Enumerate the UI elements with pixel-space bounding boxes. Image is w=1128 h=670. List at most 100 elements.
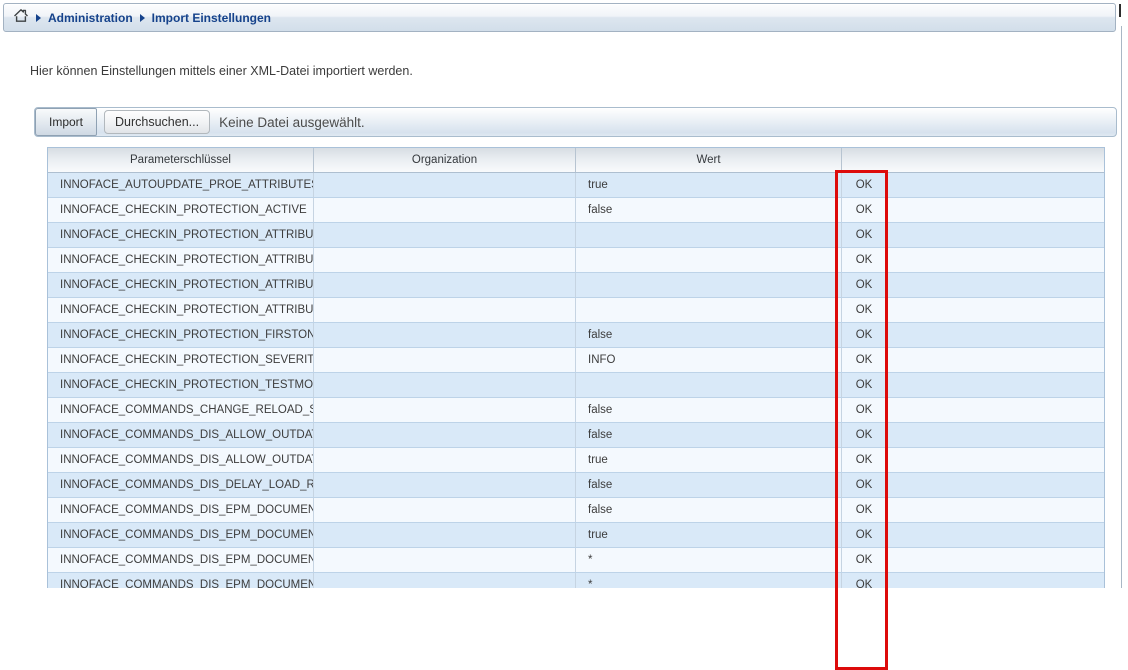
table-row[interactable]: INNOFACE_COMMANDS_CHANGE_RELOAD_SU falseO… [48, 398, 1104, 423]
column-header-wert[interactable]: Wert [576, 148, 842, 172]
table-row[interactable]: INNOFACE_CHECKIN_PROTECTION_FIRSTONLY fal… [48, 323, 1104, 348]
organization-cell [314, 173, 576, 197]
param-key-cell: INNOFACE_COMMANDS_DIS_ALLOW_OUTDATE [48, 423, 314, 447]
value-cell: true [576, 523, 842, 547]
param-key-cell: INNOFACE_CHECKIN_PROTECTION_ACTIVE [48, 198, 314, 222]
table-row[interactable]: INNOFACE_CHECKIN_PROTECTION_ATTRIBUTES OK [48, 273, 1104, 298]
filler-cell [887, 173, 1104, 197]
value-cell [576, 248, 842, 272]
filler-cell [887, 298, 1104, 322]
text-cursor-mark [1119, 4, 1121, 17]
organization-cell [314, 248, 576, 272]
breadcrumb-arrow-icon [36, 14, 41, 22]
status-cell: OK [842, 473, 887, 497]
value-cell: false [576, 198, 842, 222]
filler-cell [887, 373, 1104, 397]
value-cell [576, 223, 842, 247]
organization-cell [314, 298, 576, 322]
column-header-parameterschluessel[interactable]: Parameterschlüssel [48, 148, 314, 172]
value-cell: false [576, 398, 842, 422]
page-description: Hier können Einstellungen mittels einer … [30, 64, 413, 78]
table-row[interactable]: INNOFACE_COMMANDS_DIS_ALLOW_OUTDATE trueO… [48, 448, 1104, 473]
status-cell: OK [842, 273, 887, 297]
param-key-cell: INNOFACE_COMMANDS_DIS_EPM_DOCUMENT [48, 573, 314, 588]
column-header-filler[interactable] [887, 148, 1104, 172]
filler-cell [887, 523, 1104, 547]
table-row[interactable]: INNOFACE_COMMANDS_DIS_EPM_DOCUMENT trueOK [48, 523, 1104, 548]
table-row[interactable]: INNOFACE_AUTOUPDATE_PROE_ATTRIBUTES_FR tr… [48, 173, 1104, 198]
table-header: ParameterschlüsselOrganizationWert [48, 148, 1104, 173]
table-body: INNOFACE_AUTOUPDATE_PROE_ATTRIBUTES_FRtr… [48, 173, 1104, 588]
filler-cell [887, 498, 1104, 522]
organization-cell [314, 323, 576, 347]
value-cell: INFO [576, 348, 842, 372]
table-row[interactable]: INNOFACE_CHECKIN_PROTECTION_ATTRIBUTESOK [48, 223, 1104, 248]
organization-cell [314, 398, 576, 422]
status-cell: OK [842, 198, 887, 222]
table-row[interactable]: INNOFACE_CHECKIN_PROTECTION_ACTIVE falseO… [48, 198, 1104, 223]
status-cell: OK [842, 248, 887, 272]
param-key-cell: INNOFACE_CHECKIN_PROTECTION_TESTMODE [48, 373, 314, 397]
filler-cell [887, 573, 1104, 588]
status-cell: OK [842, 573, 887, 588]
status-cell: OK [842, 298, 887, 322]
param-key-cell: INNOFACE_COMMANDS_DIS_ALLOW_OUTDATE [48, 448, 314, 472]
value-cell: true [576, 448, 842, 472]
column-header-organization[interactable]: Organization [314, 148, 576, 172]
organization-cell [314, 423, 576, 447]
import-button[interactable]: Import [35, 108, 97, 136]
param-key-cell: INNOFACE_COMMANDS_CHANGE_RELOAD_SU [48, 398, 314, 422]
value-cell: false [576, 423, 842, 447]
status-cell: OK [842, 523, 887, 547]
table-row[interactable]: INNOFACE_COMMANDS_DIS_EPM_DOCUMENT*OK [48, 548, 1104, 573]
breadcrumb: Administration Import Einstellungen [3, 3, 1116, 32]
browse-file-button[interactable]: Durchsuchen... [104, 110, 210, 134]
table-row[interactable]: INNOFACE_COMMANDS_DIS_DELAY_LOAD_ROOfals… [48, 473, 1104, 498]
value-cell: true [576, 173, 842, 197]
file-selected-status: Keine Datei ausgewählt. [219, 115, 365, 130]
filler-cell [887, 473, 1104, 497]
table-row[interactable]: INNOFACE_CHECKIN_PROTECTION_SEVERITYINFO… [48, 348, 1104, 373]
breadcrumb-item-import-einstellungen[interactable]: Import Einstellungen [152, 11, 271, 25]
value-cell: false [576, 323, 842, 347]
status-cell: OK [842, 398, 887, 422]
import-toolbar: Import Durchsuchen... Keine Datei ausgew… [34, 107, 1117, 137]
param-key-cell: INNOFACE_COMMANDS_DIS_EPM_DOCUMENT [48, 498, 314, 522]
param-key-cell: INNOFACE_CHECKIN_PROTECTION_FIRSTONLY [48, 323, 314, 347]
table-row[interactable]: INNOFACE_COMMANDS_DIS_ALLOW_OUTDATE false… [48, 423, 1104, 448]
settings-import-grid: ParameterschlüsselOrganizationWert INNOF… [47, 147, 1105, 588]
status-cell: OK [842, 498, 887, 522]
value-cell [576, 273, 842, 297]
filler-cell [887, 398, 1104, 422]
organization-cell [314, 448, 576, 472]
status-cell: OK [842, 423, 887, 447]
status-cell: OK [842, 223, 887, 247]
filler-cell [887, 273, 1104, 297]
status-cell: OK [842, 548, 887, 572]
value-cell: * [576, 548, 842, 572]
organization-cell [314, 523, 576, 547]
table-row[interactable]: INNOFACE_CHECKIN_PROTECTION_ATTRIBUTESOK [48, 298, 1104, 323]
breadcrumb-item-administration[interactable]: Administration [48, 11, 133, 25]
filler-cell [887, 548, 1104, 572]
status-cell: OK [842, 448, 887, 472]
page-right-border [1121, 26, 1122, 588]
home-button[interactable] [13, 8, 29, 28]
table-row[interactable]: INNOFACE_COMMANDS_DIS_EPM_DOCUMENTfalseO… [48, 498, 1104, 523]
param-key-cell: INNOFACE_CHECKIN_PROTECTION_ATTRIBUTES [48, 273, 314, 297]
table-row[interactable]: INNOFACE_CHECKIN_PROTECTION_TESTMODE OK [48, 373, 1104, 398]
filler-cell [887, 423, 1104, 447]
status-cell: OK [842, 173, 887, 197]
organization-cell [314, 348, 576, 372]
table-row[interactable]: INNOFACE_CHECKIN_PROTECTION_ATTRIBUTESOK [48, 248, 1104, 273]
organization-cell [314, 373, 576, 397]
column-header-status[interactable] [842, 148, 887, 172]
filler-cell [887, 223, 1104, 247]
param-key-cell: INNOFACE_AUTOUPDATE_PROE_ATTRIBUTES_FR [48, 173, 314, 197]
value-cell [576, 298, 842, 322]
table-row[interactable]: INNOFACE_COMMANDS_DIS_EPM_DOCUMENT*OK [48, 573, 1104, 588]
home-icon [13, 8, 29, 28]
param-key-cell: INNOFACE_COMMANDS_DIS_EPM_DOCUMENT [48, 523, 314, 547]
organization-cell [314, 223, 576, 247]
status-cell: OK [842, 373, 887, 397]
